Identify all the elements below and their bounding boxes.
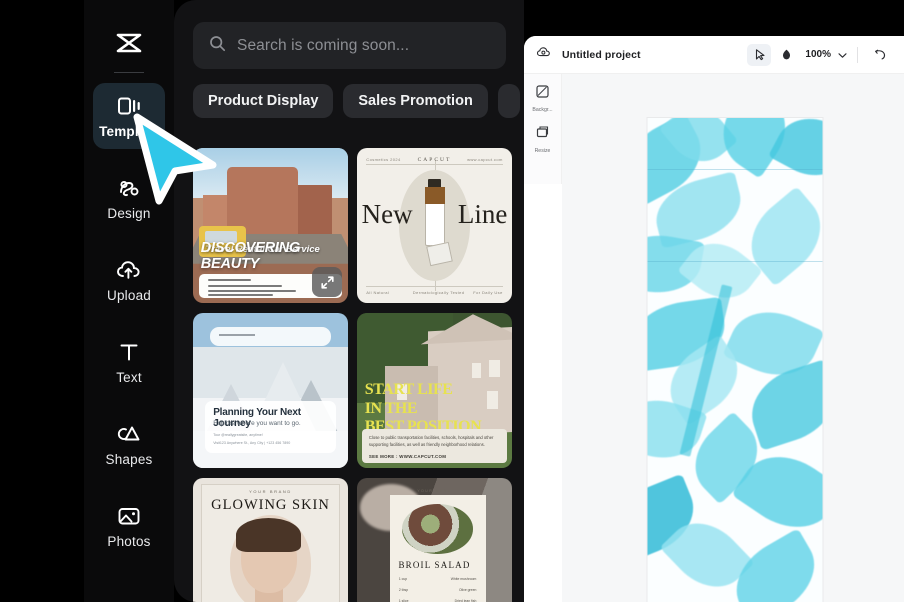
sidebar-item-label: Template bbox=[99, 124, 159, 139]
sidebar-item-upload[interactable]: Upload bbox=[93, 247, 165, 313]
upload-cloud-icon bbox=[115, 257, 143, 283]
ingredient-qty: 1 cup bbox=[398, 577, 408, 582]
template-subtitle: Explore where you want to go. bbox=[213, 419, 301, 427]
category-chips: Product Display Sales Promotion bbox=[193, 84, 520, 118]
hand-pan-icon[interactable] bbox=[774, 44, 798, 66]
template-panel: Search is coming soon... Product Display… bbox=[174, 0, 524, 602]
note-left: Cosmetics 2024 bbox=[366, 156, 401, 162]
caption-card: Planning Your Next Journey Explore where… bbox=[205, 401, 336, 453]
sidebar-item-design[interactable]: Design bbox=[93, 165, 165, 231]
note-right: www.capcut.com bbox=[467, 156, 503, 162]
template-eyebrow: YOUR MENU bbox=[417, 488, 452, 493]
footer-center: Dermatologically Tested bbox=[412, 290, 465, 296]
template-icon bbox=[116, 93, 142, 119]
background-icon bbox=[535, 84, 550, 104]
chip-label: Product Display bbox=[208, 93, 319, 109]
model-hair bbox=[236, 518, 302, 553]
chip-sales-promotion[interactable]: Sales Promotion bbox=[343, 84, 488, 118]
project-name[interactable]: Untitled project bbox=[562, 49, 641, 61]
template-card-planning-next-journey[interactable]: Planning Your Next Journey Explore where… bbox=[193, 313, 348, 468]
ingredient-row: 1 cup White mushroom bbox=[399, 577, 477, 581]
sidebar-item-label: Shapes bbox=[105, 452, 153, 467]
ingredient-name: White mushroom bbox=[450, 577, 477, 582]
cursor-select-icon[interactable] bbox=[747, 43, 772, 66]
app-window: Template Design Upload Text Shapes Photo… bbox=[0, 0, 904, 602]
left-sidebar: Template Design Upload Text Shapes Photo… bbox=[84, 0, 174, 602]
text-icon bbox=[117, 339, 141, 365]
editor-tool-label: Backgr... bbox=[532, 107, 553, 113]
template-card-broil-salad[interactable]: YOUR MENU BROIL SALAD 1 cup White mushro… bbox=[357, 478, 512, 602]
expand-icon[interactable] bbox=[312, 267, 342, 297]
photos-icon bbox=[116, 503, 142, 529]
template-card-glowing-skin[interactable]: YOUR BRAND GLOWING SKIN bbox=[193, 478, 348, 602]
headline-word-left: New bbox=[361, 199, 413, 230]
salad-photo bbox=[401, 504, 474, 554]
chip-product-display[interactable]: Product Display bbox=[193, 84, 334, 118]
selection-guide bbox=[647, 169, 823, 170]
headline-line-2: IN THE bbox=[364, 399, 418, 417]
footer-right: For Daily Use bbox=[473, 290, 503, 296]
search-icon bbox=[209, 35, 226, 57]
editor-stage[interactable] bbox=[562, 74, 904, 602]
bottle-amber-top bbox=[425, 186, 446, 204]
sidebar-divider bbox=[114, 72, 144, 73]
ingredient-name: Olive green bbox=[459, 588, 477, 593]
editor-tool-resize[interactable]: Resize bbox=[525, 125, 561, 154]
sidebar-item-photos[interactable]: Photos bbox=[93, 493, 165, 559]
capcut-logo-icon[interactable] bbox=[108, 22, 150, 64]
template-note-2: Visit123 Anywhere St., Any City | +123 4… bbox=[213, 441, 291, 446]
headline-word-right: Line bbox=[457, 199, 508, 230]
headline-line-1: START LIFE bbox=[364, 381, 453, 399]
ingredient-row: 2 tbsp Olive green bbox=[399, 588, 477, 592]
chip-label: Sales Promotion bbox=[358, 93, 473, 109]
cloud-sync-icon bbox=[536, 45, 552, 64]
toolbar-divider bbox=[857, 46, 858, 63]
sidebar-item-shapes[interactable]: Shapes bbox=[93, 411, 165, 477]
editor-toolbar: Untitled project 100% bbox=[524, 36, 904, 74]
watercolor-fern-artwork bbox=[647, 118, 823, 602]
template-title: BROIL SALAD bbox=[398, 560, 471, 571]
sidebar-item-label: Design bbox=[107, 206, 151, 221]
sidebar-item-template[interactable]: Template bbox=[93, 83, 165, 149]
search-input[interactable]: Search is coming soon... bbox=[193, 22, 506, 69]
design-icon bbox=[116, 175, 142, 201]
template-cta: SEE MORE : WWW.CAPCUT.COM bbox=[368, 453, 447, 459]
design-canvas[interactable] bbox=[647, 118, 823, 602]
template-grid: Travel Rental Car Service DISCOVERING BE… bbox=[193, 148, 512, 602]
template-card-travel-rental-car[interactable]: Travel Rental Car Service DISCOVERING BE… bbox=[193, 148, 348, 303]
ingredient-qty: 2 tbsp bbox=[398, 588, 409, 593]
footer-left: All Natural bbox=[366, 290, 390, 296]
chip-more[interactable] bbox=[497, 84, 520, 118]
undo-icon[interactable] bbox=[868, 44, 892, 66]
template-title: GLOWING SKIN bbox=[211, 496, 330, 513]
sidebar-item-label: Upload bbox=[107, 288, 151, 303]
editor-tool-sidebar: Backgr... Resize bbox=[524, 74, 562, 184]
template-eyebrow: YOUR BRAND bbox=[249, 488, 292, 494]
sidebar-item-text[interactable]: Text bbox=[93, 329, 165, 395]
template-card-start-life-best-position[interactable]: START LIFE IN THE BEST POSITION Close to… bbox=[357, 313, 512, 468]
description-card: Close to public transportation facilitie… bbox=[361, 429, 508, 464]
sidebar-item-label: Photos bbox=[107, 534, 151, 549]
editor-tool-background[interactable]: Backgr... bbox=[525, 84, 561, 113]
zoom-level[interactable]: 100% bbox=[805, 49, 831, 60]
editor-tool-label: Resize bbox=[534, 148, 551, 154]
search-bar-graphic bbox=[210, 326, 331, 346]
toolbar-actions: 100% bbox=[747, 43, 892, 66]
editor-window: Untitled project 100% Backgr... Resize bbox=[524, 36, 904, 602]
search-placeholder: Search is coming soon... bbox=[237, 36, 410, 54]
template-body: Close to public transportation facilitie… bbox=[368, 435, 494, 448]
resize-icon bbox=[535, 125, 550, 145]
template-card-cosmetics-new-line[interactable]: CAPCUT Cosmetics 2024 www.capcut.com New… bbox=[357, 148, 512, 303]
selection-guide bbox=[647, 261, 823, 262]
template-note-1: Tour @reallygreatsite, anytime! bbox=[213, 433, 263, 438]
sidebar-item-label: Text bbox=[116, 370, 142, 385]
chevron-down-icon[interactable] bbox=[838, 46, 847, 64]
shapes-icon bbox=[116, 421, 142, 447]
